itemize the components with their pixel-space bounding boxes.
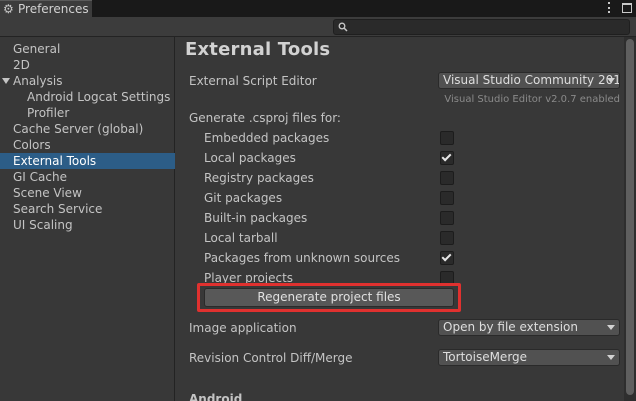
more-options-icon[interactable] bbox=[604, 1, 614, 14]
built-in-packages-checkbox[interactable] bbox=[440, 211, 454, 225]
registry-packages-label: Registry packages bbox=[204, 171, 314, 185]
revision-control-value: TortoiseMerge bbox=[443, 350, 528, 364]
local-packages-label: Local packages bbox=[204, 151, 296, 165]
sidebar-item-ui-scaling[interactable]: UI Scaling bbox=[0, 217, 175, 233]
scrollbar-thumb[interactable] bbox=[626, 39, 634, 395]
revision-control-label: Revision Control Diff/Merge bbox=[189, 351, 353, 365]
player-projects-checkbox[interactable] bbox=[440, 271, 454, 285]
sidebar-item-scene-view[interactable]: Scene View bbox=[0, 185, 175, 201]
sidebar-item-analysis[interactable]: Analysis bbox=[0, 73, 175, 89]
sidebar-item-label: Colors bbox=[13, 138, 51, 152]
sidebar-item-label: Android Logcat Settings bbox=[27, 90, 171, 104]
sidebar-item-label: Profiler bbox=[27, 106, 70, 120]
maximize-icon[interactable] bbox=[622, 2, 632, 13]
window-title: Preferences bbox=[18, 2, 89, 16]
sidebar-item-label: Scene View bbox=[13, 186, 82, 200]
revision-control-dropdown[interactable]: TortoiseMerge bbox=[438, 349, 620, 366]
chevron-down-icon bbox=[607, 355, 615, 360]
sidebar-item-general[interactable]: General bbox=[0, 41, 175, 57]
sidebar-item-gi-cache[interactable]: GI Cache bbox=[0, 169, 175, 185]
chevron-down-icon bbox=[607, 325, 615, 330]
regenerate-project-files-button[interactable]: Regenerate project files bbox=[204, 288, 454, 307]
sidebar-item-android-logcat-settings[interactable]: Android Logcat Settings bbox=[0, 89, 175, 105]
sidebar-item-label: UI Scaling bbox=[13, 218, 73, 232]
search-icon bbox=[338, 22, 348, 32]
image-application-dropdown[interactable]: Open by file extension bbox=[438, 319, 620, 336]
search-box[interactable] bbox=[333, 19, 630, 35]
script-editor-value: Visual Studio Community 201 bbox=[443, 73, 620, 87]
sidebar-item-label: 2D bbox=[13, 58, 30, 72]
sidebar-item-2d[interactable]: 2D bbox=[0, 57, 175, 73]
checkmark-icon bbox=[441, 151, 452, 162]
checkmark-icon bbox=[441, 251, 452, 262]
sidebar-item-label: Search Service bbox=[13, 202, 103, 216]
local-packages-checkbox[interactable] bbox=[440, 151, 454, 165]
image-application-label: Image application bbox=[189, 321, 297, 335]
unknown-sources-checkbox[interactable] bbox=[440, 251, 454, 265]
sidebar-item-label: Analysis bbox=[13, 74, 63, 88]
registry-packages-checkbox[interactable] bbox=[440, 171, 454, 185]
sidebar-item-label: General bbox=[13, 42, 61, 56]
sidebar-item-profiler[interactable]: Profiler bbox=[0, 105, 175, 121]
built-in-packages-label: Built-in packages bbox=[204, 211, 308, 225]
embedded-packages-label: Embedded packages bbox=[204, 131, 330, 145]
git-packages-checkbox[interactable] bbox=[440, 191, 454, 205]
script-editor-dropdown[interactable]: Visual Studio Community 201 bbox=[438, 72, 620, 89]
window-tab-bar: ⚙ Preferences bbox=[0, 0, 636, 17]
unknown-sources-label: Packages from unknown sources bbox=[204, 251, 400, 265]
sidebar-item-cache-server[interactable]: Cache Server (global) bbox=[0, 121, 175, 137]
local-tarball-checkbox[interactable] bbox=[440, 231, 454, 245]
search-input[interactable] bbox=[350, 20, 626, 34]
sidebar-item-label: External Tools bbox=[13, 154, 97, 168]
local-tarball-label: Local tarball bbox=[204, 231, 278, 245]
image-application-value: Open by file extension bbox=[443, 320, 578, 334]
gear-icon: ⚙ bbox=[3, 2, 14, 16]
main-panel: External Tools External Script Editor Vi… bbox=[176, 37, 636, 401]
sidebar-item-label: Cache Server (global) bbox=[13, 122, 144, 136]
window-controls bbox=[604, 1, 632, 14]
vertical-scrollbar[interactable] bbox=[624, 37, 636, 401]
sidebar-item-label: GI Cache bbox=[13, 170, 67, 184]
expand-triangle-icon[interactable] bbox=[2, 78, 10, 84]
generate-heading: Generate .csproj files for: bbox=[189, 111, 341, 125]
chevron-down-icon bbox=[607, 78, 615, 83]
preferences-tab[interactable]: ⚙ Preferences bbox=[0, 0, 92, 17]
script-editor-note: Visual Studio Editor v2.0.7 enabled bbox=[444, 94, 620, 105]
sidebar-item-search-service[interactable]: Search Service bbox=[0, 201, 175, 217]
embedded-packages-checkbox[interactable] bbox=[440, 131, 454, 145]
player-projects-label: Player projects bbox=[204, 271, 294, 285]
sidebar-item-colors[interactable]: Colors bbox=[0, 137, 175, 153]
script-editor-label: External Script Editor bbox=[189, 74, 317, 88]
section-android-heading: Android bbox=[189, 392, 243, 401]
git-packages-label: Git packages bbox=[204, 191, 283, 205]
sidebar: General 2D Analysis Android Logcat Setti… bbox=[0, 37, 175, 401]
search-toolbar bbox=[0, 17, 636, 37]
sidebar-item-external-tools[interactable]: External Tools bbox=[0, 153, 175, 169]
page-title: External Tools bbox=[185, 39, 331, 60]
